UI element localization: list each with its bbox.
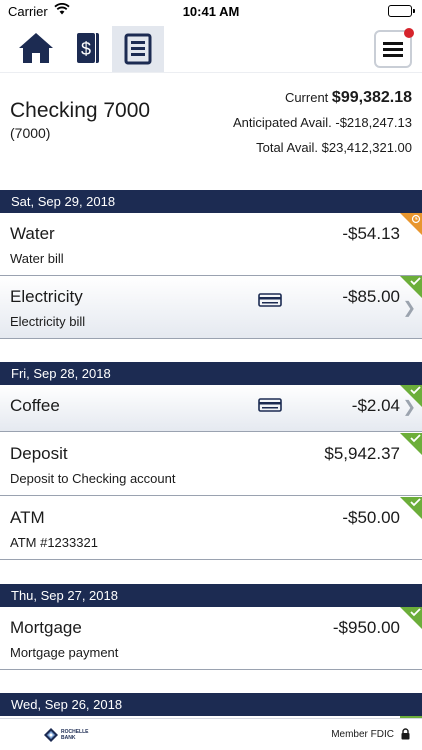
transaction-title: ATM (10, 508, 45, 527)
svg-text:$: $ (81, 39, 91, 59)
transaction-row[interactable]: ATM -$50.00 ATM #1233321 (0, 497, 422, 560)
date-header: Thu, Sep 27, 2018 (0, 584, 422, 607)
transaction-description: Mortgage payment (10, 645, 119, 660)
transaction-description: Deposit to Checking account (10, 471, 176, 486)
bank-logo-icon (44, 728, 58, 742)
account-number: (7000) (10, 125, 51, 141)
tab-home[interactable] (14, 26, 58, 70)
cleared-check-icon (400, 276, 422, 298)
transaction-row[interactable]: Deposit $5,942.37 Deposit to Checking ac… (0, 433, 422, 496)
clock: 10:41 AM (182, 4, 240, 19)
menu-icon (383, 42, 403, 57)
card-icon (258, 398, 282, 412)
transaction-title: Water (10, 224, 55, 243)
total-available: Total Avail. $23,412,321.00 (256, 140, 412, 155)
cleared-check-icon (400, 433, 422, 455)
transaction-description: Water bill (10, 251, 64, 266)
cleared-check-icon (400, 607, 422, 629)
logo-line2: BANK (61, 735, 76, 741)
transaction-row[interactable]: Water -$54.13 Water bill (0, 213, 422, 276)
section-gap (0, 671, 422, 693)
transaction-amount: -$950.00 (332, 618, 400, 637)
transaction-row[interactable]: Coffee -$2.04 ❯ (0, 385, 422, 432)
fdic-label: Member FDIC (331, 729, 394, 740)
pending-clock-icon (400, 213, 422, 235)
transaction-title: Mortgage (10, 618, 82, 637)
date-header: Fri, Sep 28, 2018 (0, 362, 422, 385)
cleared-check-icon (400, 385, 422, 407)
transaction-description: Electricity bill (10, 314, 86, 329)
lock-icon (401, 728, 410, 740)
register-icon (124, 33, 152, 65)
section-gap (0, 340, 422, 362)
card-icon (258, 293, 282, 307)
transaction-amount: -$50.00 (342, 508, 400, 527)
transaction-description: ATM #1233321 (10, 535, 98, 550)
section-gap (0, 561, 422, 584)
home-icon (19, 33, 53, 63)
footer: ROCHELLE BANK Member FDIC (0, 718, 422, 750)
current-balance: Current $99,382.18 (233, 87, 412, 112)
transaction-title: Deposit (10, 444, 68, 463)
tab-register[interactable] (112, 26, 164, 72)
bank-logo: ROCHELLE BANK (44, 728, 89, 742)
transaction-row[interactable]: Mortgage -$950.00 Mortgage payment (0, 607, 422, 670)
transaction-row[interactable]: Electricity -$85.00 Electricity bill ❯ (0, 276, 422, 339)
transaction-amount: $5,942.37 (324, 444, 400, 463)
battery-icon (388, 5, 415, 17)
current-value: $99,382.18 (331, 89, 412, 106)
cleared-check-icon (400, 497, 422, 519)
transaction-amount: -$54.13 (342, 224, 400, 243)
account-name: Checking 7000 (10, 99, 151, 122)
transaction-title: Coffee (10, 396, 60, 415)
menu-button[interactable] (374, 28, 414, 68)
status-bar: Carrier 10:41 AM (0, 0, 422, 22)
current-label: Current (284, 90, 329, 105)
tab-money[interactable]: $ (64, 26, 108, 70)
chevron-right-icon: ❯ (402, 300, 416, 317)
transaction-title: Electricity (10, 287, 83, 306)
transaction-amount: -$85.00 (342, 287, 400, 306)
account-summary: Checking 7000 (7000) Current $99,382.18 … (0, 72, 422, 190)
transaction-amount: -$2.04 (351, 396, 400, 415)
top-nav: $ (0, 22, 422, 72)
notification-badge (404, 28, 414, 38)
date-header: Sat, Sep 29, 2018 (0, 190, 422, 213)
date-header: Wed, Sep 26, 2018 (0, 693, 422, 716)
money-icon: $ (76, 32, 99, 64)
anticipated-balance: Anticipated Avail. -$218,247.13 (232, 115, 412, 130)
